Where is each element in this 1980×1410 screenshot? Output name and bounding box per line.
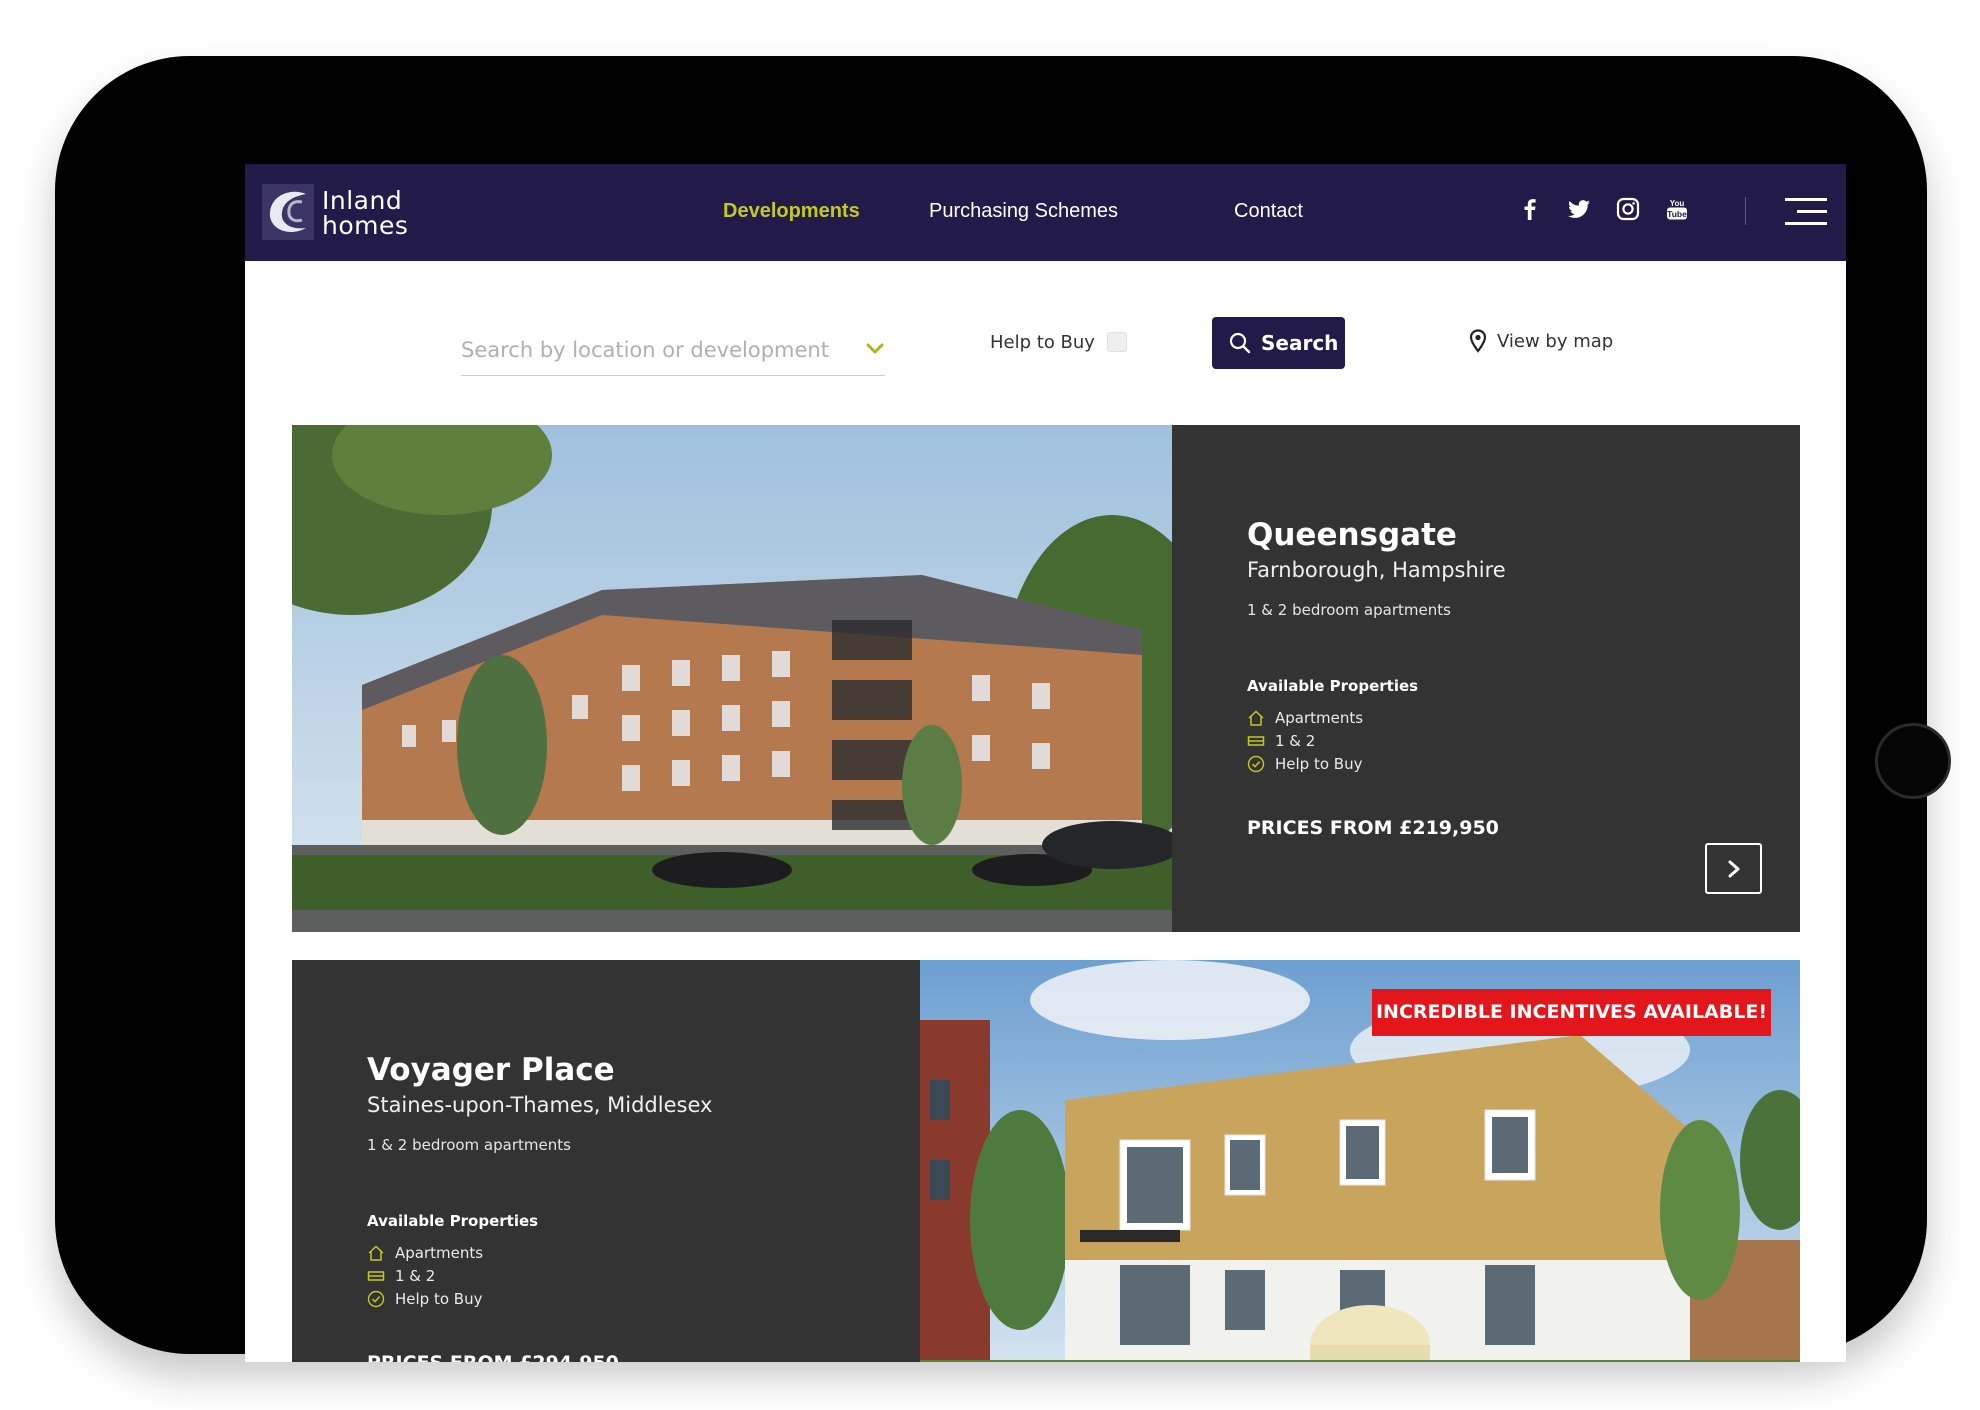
svg-text:Tube: Tube [1667, 209, 1687, 219]
search-button[interactable]: Search [1212, 317, 1345, 369]
youtube-icon[interactable]: You Tube [1664, 196, 1690, 222]
house-icon [1248, 710, 1264, 726]
development-card-voyager-place[interactable]: Voyager Place Staines-upon-Thames, Middl… [292, 960, 1800, 1362]
svg-text:You: You [1670, 199, 1685, 208]
map-pin-icon [1469, 329, 1487, 353]
inland-homes-logo[interactable]: Inland homes [262, 184, 422, 242]
development-name[interactable]: Voyager Place [367, 1052, 615, 1088]
instagram-icon[interactable] [1615, 196, 1641, 222]
price-from: PRICES FROM £294,950 [367, 1352, 619, 1362]
logo-mark-icon [262, 184, 314, 240]
available-properties-title: Available Properties [367, 1212, 539, 1230]
view-by-map-label: View by map [1497, 331, 1614, 352]
development-photo[interactable] [292, 425, 1172, 932]
search-icon [1229, 332, 1251, 354]
development-bedrooms: 1 & 2 bedroom apartments [1247, 601, 1451, 619]
check-circle-icon [1247, 755, 1265, 773]
facebook-icon[interactable] [1517, 196, 1543, 222]
hamburger-menu-icon[interactable] [1785, 198, 1827, 226]
development-bedrooms: 1 & 2 bedroom apartments [367, 1136, 571, 1154]
search-button-label: Search [1261, 331, 1339, 355]
check-circle-icon [367, 1290, 385, 1308]
nav-purchasing-schemes[interactable]: Purchasing Schemes [929, 200, 1118, 223]
development-card-queensgate[interactable]: Queensgate Farnborough, Hampshire 1 & 2 … [292, 425, 1800, 932]
view-development-button[interactable] [1705, 843, 1762, 894]
logo-wordmark: Inland homes [322, 186, 409, 240]
development-location: Staines-upon-Thames, Middlesex [367, 1093, 713, 1117]
help-to-buy-checkbox[interactable] [1107, 332, 1127, 352]
bed-icon [1247, 736, 1265, 746]
nav-developments[interactable]: Developments [723, 200, 860, 223]
header-divider [1745, 197, 1746, 225]
available-properties-title: Available Properties [1247, 677, 1419, 695]
development-location: Farnborough, Hampshire [1247, 558, 1506, 582]
tablet-frame: Inland homes Developments Purchasing Sch… [55, 56, 1951, 1362]
house-icon [368, 1245, 384, 1261]
price-from: PRICES FROM £219,950 [1247, 817, 1499, 839]
screen: Inland homes Developments Purchasing Sch… [245, 164, 1846, 1362]
help-to-buy-label: Help to Buy [990, 332, 1095, 353]
search-placeholder: Search by location or development [461, 338, 829, 362]
bed-icon [367, 1271, 385, 1281]
incentive-badge: INCREDIBLE INCENTIVES AVAILABLE! [1372, 989, 1771, 1036]
home-button[interactable] [1875, 723, 1951, 799]
chevron-right-icon [1728, 860, 1740, 878]
chevron-down-icon [866, 343, 884, 354]
development-name[interactable]: Queensgate [1247, 517, 1457, 553]
nav-contact[interactable]: Contact [1234, 200, 1303, 223]
twitter-icon[interactable] [1566, 196, 1592, 222]
location-search-dropdown[interactable]: Search by location or development [461, 324, 885, 376]
site-header: Inland homes Developments Purchasing Sch… [245, 164, 1846, 261]
